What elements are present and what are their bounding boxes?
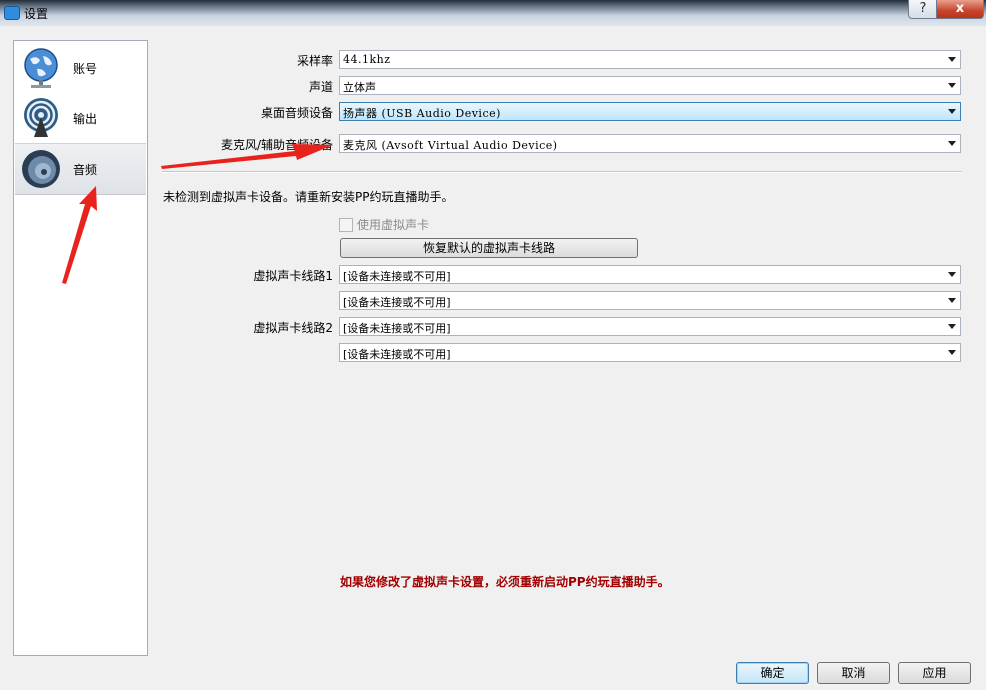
sidebar-item-label: 账号: [73, 62, 98, 76]
select-value: [设备未连接或不可用]: [343, 270, 451, 283]
desktop-audio-device-label: 桌面音频设备: [260, 106, 333, 120]
window-title: 设置: [24, 7, 49, 21]
chevron-down-icon: [948, 83, 956, 88]
sidebar-item-output[interactable]: 输出: [15, 93, 146, 143]
select-value: 麦克风 (Avsoft Virtual Audio Device): [343, 139, 558, 152]
virtual-line1-label: 虚拟声卡线路1: [253, 269, 333, 283]
globe-network-icon: [24, 48, 58, 88]
chevron-down-icon: [948, 324, 956, 329]
select-value: 扬声器 (USB Audio Device): [343, 107, 501, 120]
app-icon: [4, 6, 20, 20]
use-virtual-card-checkbox[interactable]: [339, 218, 353, 232]
sidebar-item-label: 输出: [73, 112, 98, 126]
select-value: [设备未连接或不可用]: [343, 322, 451, 335]
chevron-down-icon: [948, 298, 956, 303]
virtual-line1-select-a[interactable]: [设备未连接或不可用]: [339, 265, 961, 284]
select-value: 立体声: [343, 81, 376, 94]
virtual-line2-label: 虚拟声卡线路2: [253, 321, 333, 335]
virtual-line2-select-b[interactable]: [设备未连接或不可用]: [339, 343, 961, 362]
use-virtual-card-label: 使用虚拟声卡: [357, 218, 430, 232]
title-bar: 设置 ? x: [0, 0, 986, 26]
mic-audio-device-select[interactable]: 麦克风 (Avsoft Virtual Audio Device): [339, 134, 961, 153]
sidebar-item-audio[interactable]: 音频: [15, 143, 146, 195]
restart-warning: 如果您修改了虚拟声卡设置，必须重新启动PP约玩直播助手。: [340, 575, 670, 589]
sample-rate-label: 采样率: [296, 54, 333, 68]
mic-audio-device-label: 麦克风/辅助音频设备: [220, 138, 333, 152]
restore-default-lines-button[interactable]: 恢复默认的虚拟声卡线路: [340, 238, 638, 258]
sidebar-item-account[interactable]: 账号: [15, 43, 146, 93]
select-value: 44.1khz: [343, 53, 391, 66]
chevron-down-icon: [948, 141, 956, 146]
select-value: [设备未连接或不可用]: [343, 296, 451, 309]
chevron-down-icon: [948, 350, 956, 355]
settings-sidebar: 账号 输出 音频: [13, 40, 148, 656]
chevron-down-icon: [948, 272, 956, 277]
section-divider: [162, 171, 962, 173]
sidebar-item-label: 音频: [73, 163, 98, 177]
sample-rate-select[interactable]: 44.1khz: [339, 50, 961, 69]
virtual-line2-select-a[interactable]: [设备未连接或不可用]: [339, 317, 961, 336]
chevron-down-icon: [948, 57, 956, 62]
ok-button[interactable]: 确定: [736, 662, 809, 684]
virtual-line1-select-b[interactable]: [设备未连接或不可用]: [339, 291, 961, 310]
desktop-audio-device-select[interactable]: 扬声器 (USB Audio Device): [339, 102, 961, 121]
chevron-down-icon: [948, 109, 956, 114]
help-button[interactable]: ?: [908, 0, 938, 19]
select-value: [设备未连接或不可用]: [343, 348, 451, 361]
virtual-card-notice: 未检测到虚拟声卡设备。请重新安装PP约玩直播助手。: [163, 190, 454, 204]
cancel-button[interactable]: 取消: [817, 662, 890, 684]
speaker-icon: [22, 150, 60, 188]
broadcast-antenna-icon: [24, 98, 58, 137]
channel-select[interactable]: 立体声: [339, 76, 961, 95]
channel-label: 声道: [308, 80, 333, 94]
close-button[interactable]: x: [936, 0, 984, 19]
apply-button[interactable]: 应用: [898, 662, 971, 684]
